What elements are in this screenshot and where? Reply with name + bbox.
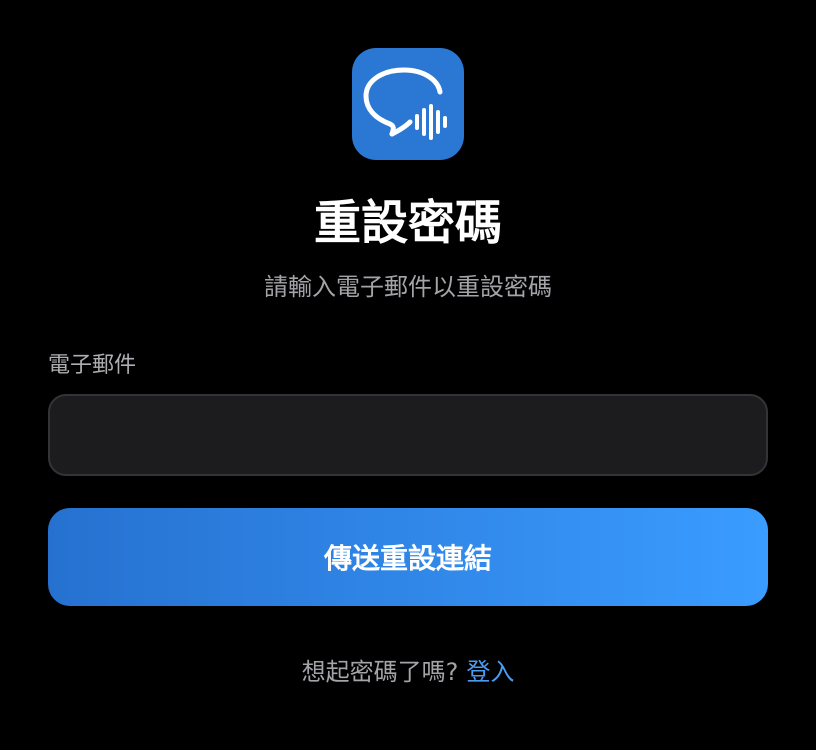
app-icon	[352, 48, 464, 160]
reset-password-screen: 重設密碼 請輸入電子郵件以重設密碼 電子郵件 傳送重設連結 想起密碼了嗎? 登入	[0, 0, 816, 750]
email-field-label: 電子郵件	[48, 353, 137, 378]
chat-voice-icon	[363, 67, 447, 140]
footer: 想起密碼了嗎? 登入	[0, 654, 816, 690]
remember-password-prompt: 想起密碼了嗎?	[301, 658, 459, 686]
email-input[interactable]	[48, 394, 768, 476]
send-reset-link-button[interactable]: 傳送重設連結	[48, 508, 768, 606]
page-subtitle: 請輸入電子郵件以重設密碼	[264, 273, 552, 301]
page-title: 重設密碼	[314, 196, 502, 251]
login-link[interactable]: 登入	[466, 658, 514, 686]
